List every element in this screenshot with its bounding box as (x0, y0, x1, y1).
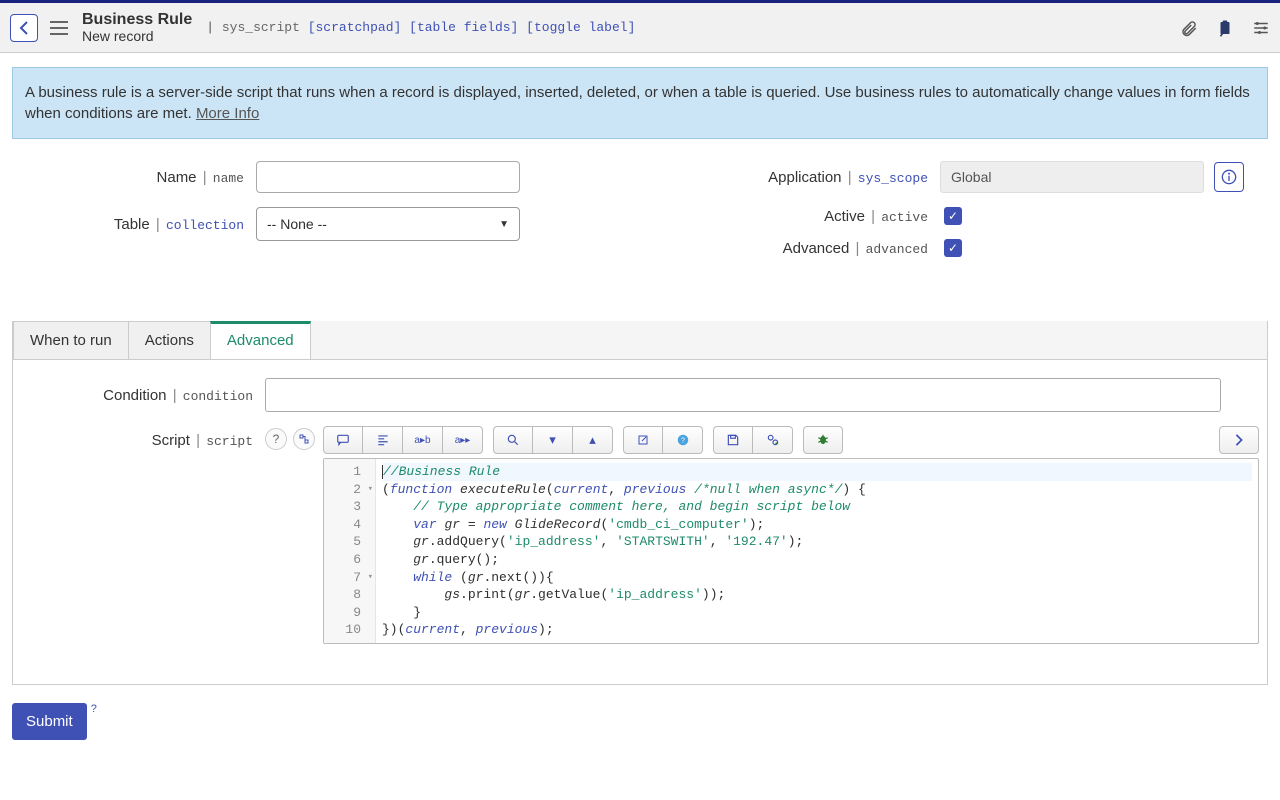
application-field: Global (940, 161, 1204, 193)
submit-help-icon[interactable]: ? (91, 703, 97, 715)
info-banner: A business rule is a server-side script … (12, 67, 1268, 139)
tb-search-up-icon[interactable]: ▴ (573, 426, 613, 454)
tb-search-icon[interactable] (493, 426, 533, 454)
tab-advanced[interactable]: Advanced (210, 321, 311, 359)
chevron-down-icon: ▼ (499, 219, 509, 230)
link-scratchpad[interactable]: [scratchpad] (308, 20, 402, 35)
advanced-checkbox[interactable]: ✓ (944, 239, 962, 257)
clipboard-icon[interactable] (1216, 19, 1234, 37)
active-checkbox[interactable]: ✓ (944, 207, 962, 225)
tab-when-to-run[interactable]: When to run (13, 321, 129, 359)
tb-replace-all-icon[interactable]: a▸▸ (443, 426, 483, 454)
more-info-link[interactable]: More Info (196, 105, 259, 122)
tb-debug-icon[interactable] (803, 426, 843, 454)
script-help-icon[interactable]: ? (265, 428, 287, 450)
tb-save-icon[interactable] (713, 426, 753, 454)
table-select[interactable]: -- None -- ▼ (256, 207, 520, 241)
tab-bar: When to run Actions Advanced (13, 321, 1267, 359)
application-info-button[interactable] (1214, 162, 1244, 192)
tb-help-icon[interactable]: ? (663, 426, 703, 454)
tb-run-button[interactable] (1219, 426, 1259, 454)
tb-replace-icon[interactable]: a▸b (403, 426, 443, 454)
form-title: Business Rule (82, 11, 192, 29)
sys-path: | sys_script [scratchpad] [table fields]… (206, 20, 635, 35)
link-toggle-label[interactable]: [toggle label] (526, 20, 635, 35)
script-tree-icon[interactable] (293, 428, 315, 450)
back-button[interactable] (10, 14, 38, 42)
tb-search-down-icon[interactable]: ▾ (533, 426, 573, 454)
svg-text:?: ? (681, 437, 685, 444)
tab-actions[interactable]: Actions (128, 321, 211, 359)
tb-diff-icon[interactable] (753, 426, 793, 454)
script-editor[interactable]: 1▾23456▾78910 //Business Rule(function e… (323, 458, 1259, 644)
name-input[interactable] (256, 161, 520, 193)
tb-popout-icon[interactable] (623, 426, 663, 454)
tb-format-icon[interactable] (363, 426, 403, 454)
submit-button[interactable]: Submit (12, 703, 87, 740)
editor-toolbar: a▸b a▸▸ ▾ ▴ ? (323, 426, 1259, 454)
form-subtitle: New record (82, 29, 192, 44)
chevron-left-icon (19, 21, 29, 35)
settings-icon[interactable] (1252, 19, 1270, 37)
title-block: Business Rule New record (82, 11, 192, 44)
form-header: Business Rule New record | sys_script [s… (0, 3, 1280, 53)
link-table-fields[interactable]: [table fields] (409, 20, 518, 35)
tb-comment-icon[interactable] (323, 426, 363, 454)
menu-icon[interactable] (50, 21, 68, 35)
attachment-icon[interactable] (1180, 19, 1198, 37)
condition-input[interactable] (265, 378, 1221, 412)
